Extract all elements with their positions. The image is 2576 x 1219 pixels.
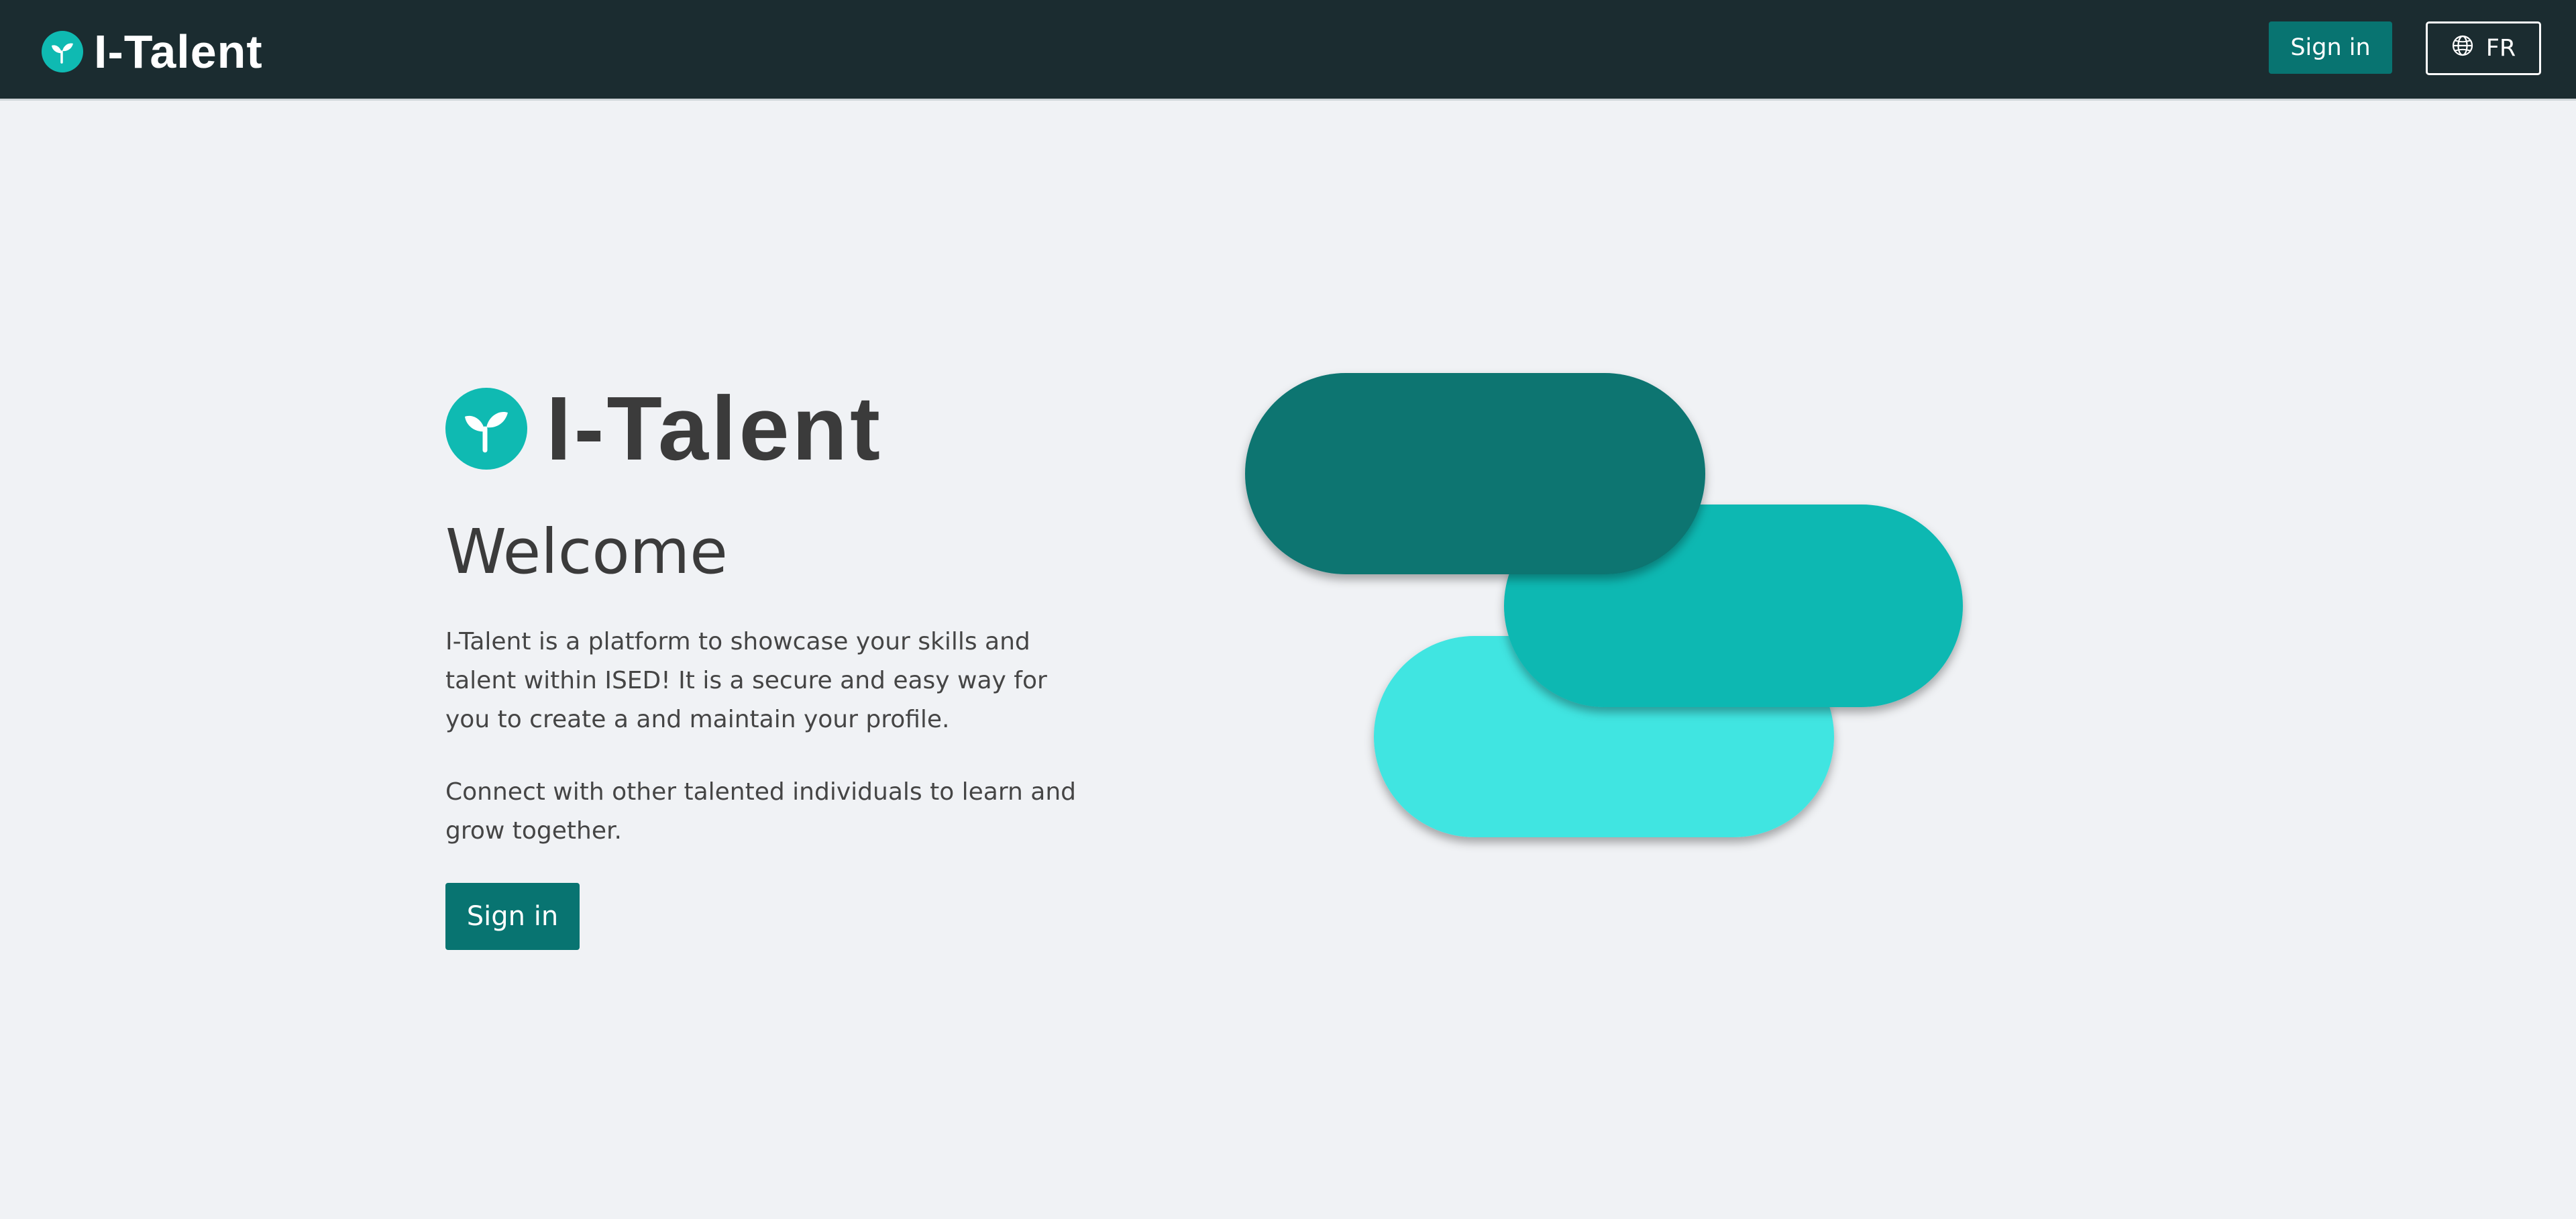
brand-title: I-Talent: [94, 25, 263, 78]
sprout-icon: [42, 31, 83, 72]
hero-brand-title: I-Talent: [546, 378, 883, 479]
language-toggle-button[interactable]: FR: [2426, 21, 2541, 75]
brand-home-link[interactable]: I-Talent: [42, 25, 263, 78]
intro-paragraph: I-Talent is a platform to showcase your …: [445, 628, 1047, 733]
language-label: FR: [2485, 35, 2516, 62]
dark-pill-shape: [1245, 373, 1705, 574]
connect-paragraph: Connect with other talented individuals …: [445, 778, 1077, 845]
hero-brand: I-Talent: [445, 378, 883, 479]
sprout-icon: [445, 388, 527, 470]
header-signin-button[interactable]: Sign in: [2269, 21, 2392, 74]
globe-icon: [2451, 34, 2474, 63]
top-navbar: I-Talent Sign in FR: [0, 0, 2576, 101]
pill-shapes-illustration: [1245, 373, 1963, 837]
welcome-heading: Welcome: [445, 516, 728, 588]
hero-signin-button[interactable]: Sign in: [445, 883, 580, 950]
